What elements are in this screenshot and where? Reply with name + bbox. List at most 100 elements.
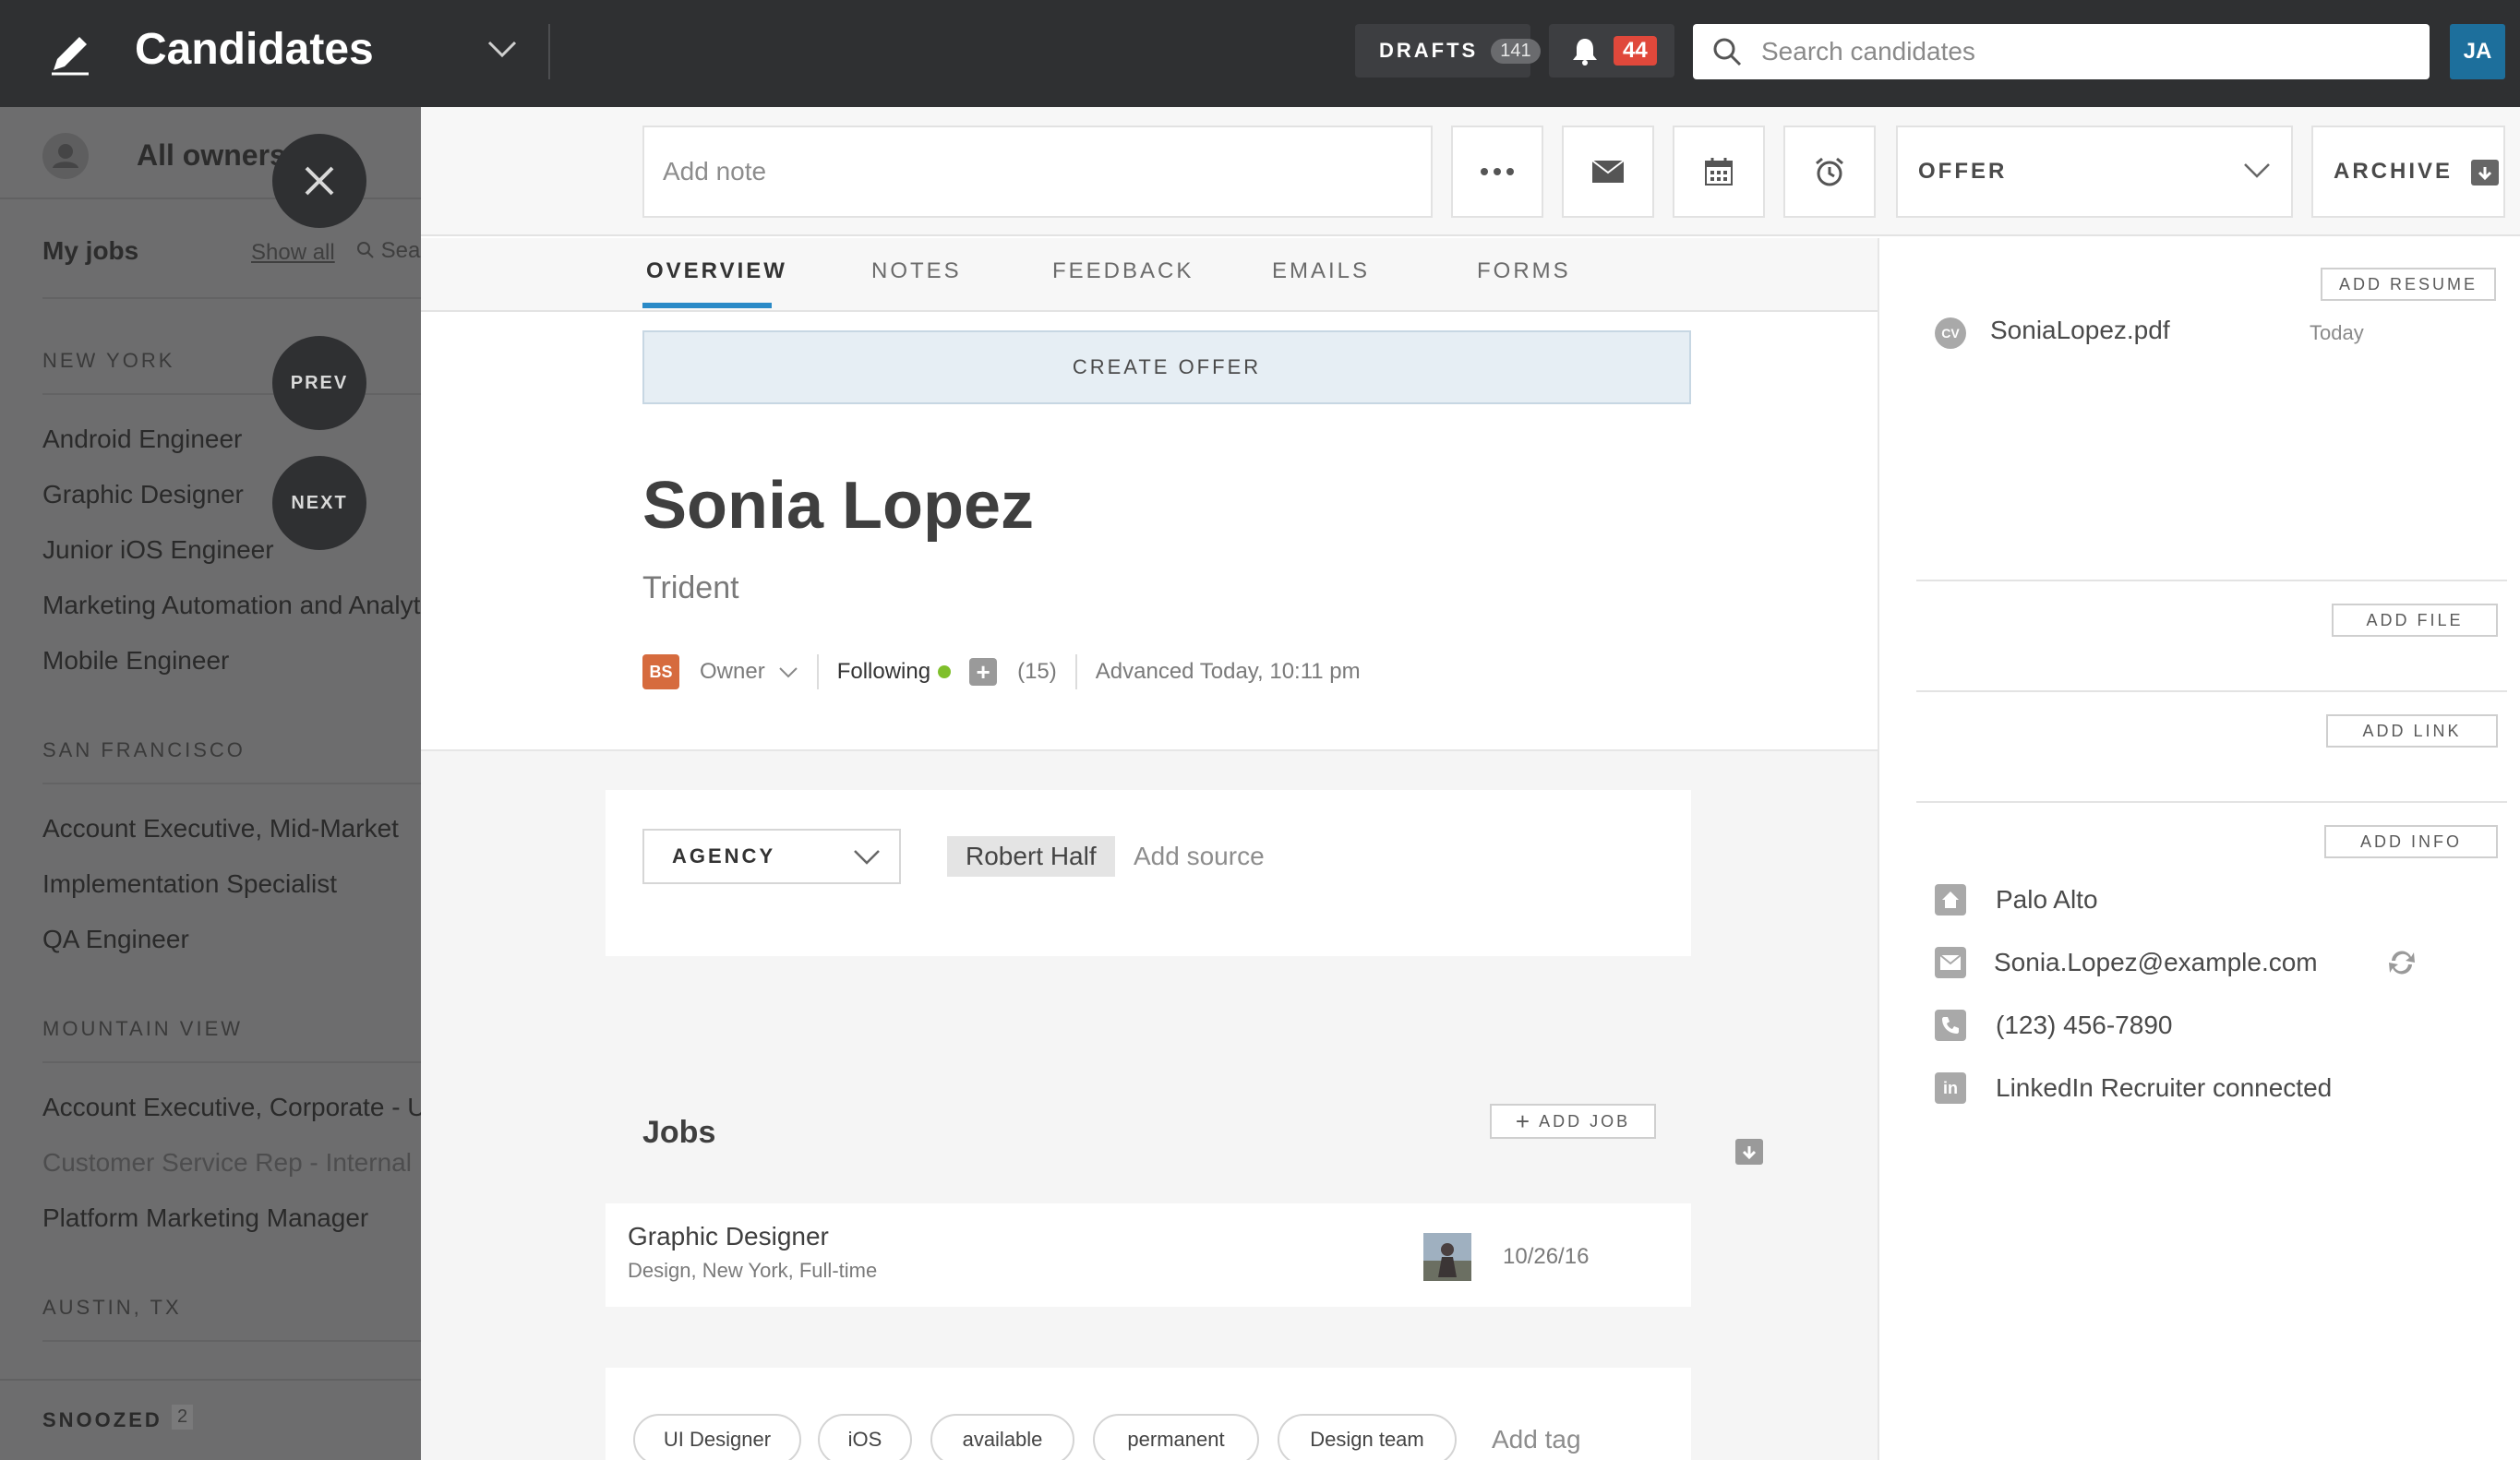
add-follower-button[interactable]: + <box>969 658 998 686</box>
sidebar-job-item[interactable]: Marketing Automation and Analyt... <box>42 591 421 620</box>
sidebar-job-item[interactable]: Mobile Engineer <box>42 646 229 676</box>
following-label[interactable]: Following <box>837 659 930 685</box>
candidate-panel: OFFER ARCHIVE OVERVIEW NOTES FEEDBACK EM… <box>421 107 2520 1460</box>
add-job-button[interactable]: + ADD JOB <box>1490 1104 1656 1139</box>
group-heading: MOUNTAIN VIEW <box>42 1017 244 1040</box>
sidebar-job-item[interactable]: Graphic Designer <box>42 480 244 509</box>
tab-notes[interactable]: NOTES <box>871 258 962 284</box>
envelope-icon <box>1591 160 1625 183</box>
chevron-down-icon <box>2244 163 2270 178</box>
owners-label: All owners <box>137 138 286 172</box>
owner-label[interactable]: Owner <box>700 659 765 685</box>
next-button[interactable]: NEXT <box>272 456 366 550</box>
add-info-button[interactable]: ADD INFO <box>2324 825 2498 858</box>
email-row: Sonia.Lopez@example.com <box>1935 947 2418 978</box>
pen-logo-icon[interactable] <box>46 30 94 78</box>
group-heading: SAN FRANCISCO <box>42 738 246 761</box>
more-icon <box>1481 168 1514 175</box>
archive-button[interactable]: ARCHIVE <box>2311 126 2505 218</box>
refresh-icon[interactable] <box>2386 947 2418 978</box>
sidebar-job-item[interactable]: QA Engineer <box>42 925 189 954</box>
add-file-button[interactable]: ADD FILE <box>2332 604 2498 637</box>
resume-file-icon: CV <box>1935 317 1966 349</box>
chevron-down-icon[interactable] <box>486 35 519 63</box>
tab-feedback[interactable]: FEEDBACK <box>1052 258 1194 284</box>
prev-button[interactable]: PREV <box>272 336 366 430</box>
add-link-button[interactable]: ADD LINK <box>2326 714 2498 748</box>
sidebar-search-link[interactable]: Sea <box>356 238 420 264</box>
envelope-icon <box>1935 947 1966 978</box>
plus-icon: + <box>1515 1107 1530 1135</box>
linkedin-row: in LinkedIn Recruiter connected <box>1935 1072 2332 1104</box>
source-type-select[interactable]: AGENCY <box>642 829 901 884</box>
add-source-input[interactable]: Add source <box>1134 842 1265 871</box>
tag-chip[interactable]: UI Designer <box>633 1414 801 1460</box>
candidate-name: Sonia Lopez <box>642 469 1035 543</box>
search-input[interactable] <box>1761 37 2407 66</box>
show-all-link[interactable]: Show all <box>251 240 335 266</box>
right-column: ADD RESUME CV SoniaLopez.pdf Today ADD F… <box>1878 238 2520 1460</box>
job-subtitle: Design, New York, Full-time <box>628 1259 878 1282</box>
tag-chip[interactable]: available <box>930 1414 1074 1460</box>
owner-avatar[interactable]: BS <box>642 654 679 689</box>
sidebar-job-item[interactable]: Platform Marketing Manager <box>42 1203 368 1233</box>
reminder-button[interactable] <box>1783 126 1876 218</box>
close-panel-button[interactable] <box>272 134 366 228</box>
resume-file-name[interactable]: SoniaLopez.pdf <box>1990 316 2170 345</box>
user-avatar[interactable]: JA <box>2450 24 2505 79</box>
tags-card: UI Designer iOS available permanent Desi… <box>606 1368 1691 1460</box>
bell-icon <box>1573 39 1597 66</box>
tab-forms[interactable]: FORMS <box>1477 258 1571 284</box>
drafts-button[interactable]: DRAFTS 141 <box>1355 24 1541 78</box>
tab-emails[interactable]: EMAILS <box>1272 258 1370 284</box>
sidebar-job-item[interactable]: Account Executive, Mid-Market <box>42 814 399 844</box>
source-chip[interactable]: Robert Half <box>947 836 1115 877</box>
tab-overview[interactable]: OVERVIEW <box>646 258 787 284</box>
sidebar-job-item[interactable]: Android Engineer <box>42 425 242 454</box>
group-heading: NEW YORK <box>42 349 175 372</box>
more-options-button[interactable] <box>1451 126 1543 218</box>
divider <box>42 783 421 784</box>
job-row[interactable]: Graphic Designer Design, New York, Full-… <box>606 1203 1691 1307</box>
divider <box>42 1340 421 1342</box>
divider <box>1916 801 2507 803</box>
email-button[interactable] <box>1562 126 1654 218</box>
following-status-dot <box>938 665 952 678</box>
divider <box>42 297 421 299</box>
divider <box>42 1061 421 1063</box>
sidebar-job-item[interactable]: Account Executive, Corporate - U... <box>42 1093 421 1122</box>
divider <box>1916 690 2507 692</box>
snoozed-count: 2 <box>172 1405 194 1430</box>
email-text[interactable]: Sonia.Lopez@example.com <box>1994 948 2318 977</box>
add-note-input[interactable] <box>642 126 1433 218</box>
snoozed-section[interactable]: SNOOZED 2 <box>0 1379 421 1460</box>
home-icon <box>1935 884 1966 915</box>
advanced-timestamp: Advanced Today, 10:11 pm <box>1095 659 1361 684</box>
tag-chip[interactable]: permanent <box>1093 1414 1259 1460</box>
sidebar-job-item[interactable]: Implementation Specialist <box>42 869 337 899</box>
archive-job-button[interactable] <box>1734 1135 1765 1171</box>
content-area: AGENCY Robert Half Add source <box>421 749 1878 1460</box>
add-resume-button[interactable]: ADD RESUME <box>2321 268 2496 301</box>
phone-icon <box>1935 1010 1966 1041</box>
drafts-count: 141 <box>1491 38 1541 64</box>
owners-icon <box>42 133 89 179</box>
schedule-button[interactable] <box>1673 126 1765 218</box>
snoozed-label: SNOOZED <box>42 1408 162 1431</box>
location-row: Palo Alto <box>1935 884 2098 915</box>
notifications-button[interactable]: 44 <box>1549 24 1674 78</box>
create-offer-button[interactable]: CREATE OFFER <box>642 330 1691 404</box>
divider <box>1074 654 1077 689</box>
tag-chip[interactable]: iOS <box>818 1414 912 1460</box>
sidebar-job-item[interactable]: Customer Service Rep - Internal ... <box>42 1148 421 1178</box>
close-icon <box>305 166 334 196</box>
phone-text[interactable]: (123) 456-7890 <box>1996 1011 2172 1040</box>
linkedin-text[interactable]: LinkedIn Recruiter connected <box>1996 1073 2332 1103</box>
search-icon <box>357 242 374 258</box>
chevron-down-icon[interactable] <box>778 664 798 679</box>
add-tag-input[interactable]: Add tag <box>1492 1425 1581 1454</box>
tag-chip[interactable]: Design team <box>1278 1414 1457 1460</box>
stage-select[interactable]: OFFER <box>1896 126 2293 218</box>
sidebar-job-item[interactable]: Junior iOS Engineer <box>42 535 274 565</box>
source-card: AGENCY Robert Half Add source <box>606 790 1691 956</box>
